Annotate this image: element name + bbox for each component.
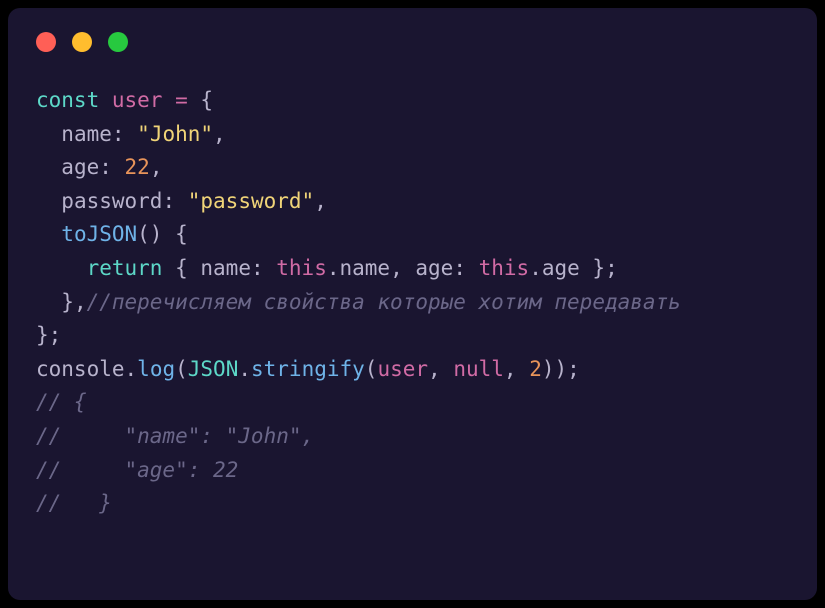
identifier-json: JSON xyxy=(188,357,239,381)
prop-age: age xyxy=(61,155,99,179)
code-line: toJSON() { xyxy=(36,222,188,246)
identifier-console: console xyxy=(36,357,125,381)
keyword-const: const xyxy=(36,88,99,112)
string-john: "John" xyxy=(137,122,213,146)
identifier-user: user xyxy=(112,88,163,112)
code-line: age: 22, xyxy=(36,155,162,179)
code-line: },//перечисляем свойства которые хотим п… xyxy=(36,290,681,314)
number-2: 2 xyxy=(529,357,542,381)
comment-russian: //перечисляем свойства которые хотим пер… xyxy=(87,290,681,314)
operator-eq: = xyxy=(162,88,200,112)
method-log: log xyxy=(137,357,175,381)
brace-open: { xyxy=(200,88,213,112)
prop-name: name xyxy=(61,122,112,146)
number-22: 22 xyxy=(125,155,150,179)
string-password: "password" xyxy=(188,189,314,213)
traffic-lights xyxy=(36,32,789,52)
code-line: const user = { xyxy=(36,88,213,112)
code-line: name: "John", xyxy=(36,122,226,146)
code-block: const user = { name: "John", age: 22, pa… xyxy=(36,84,789,521)
comment-output: // "name": "John", xyxy=(36,424,314,448)
method-stringify: stringify xyxy=(251,357,365,381)
keyword-return: return xyxy=(87,256,163,280)
keyword-this: this xyxy=(276,256,327,280)
code-line: return { name: this.name, age: this.age … xyxy=(36,256,618,280)
comment-output: // "age": 22 xyxy=(36,458,238,482)
method-tojson: toJSON xyxy=(61,222,137,246)
code-line: }; xyxy=(36,323,61,347)
prop-password: password xyxy=(61,189,162,213)
minimize-icon[interactable] xyxy=(72,32,92,52)
identifier-user: user xyxy=(377,357,428,381)
keyword-this: this xyxy=(479,256,530,280)
maximize-icon[interactable] xyxy=(108,32,128,52)
code-line: password: "password", xyxy=(36,189,327,213)
comment-output: // { xyxy=(36,390,87,414)
close-icon[interactable] xyxy=(36,32,56,52)
keyword-null: null xyxy=(453,357,504,381)
comment-output: // } xyxy=(36,491,112,515)
code-window: const user = { name: "John", age: 22, pa… xyxy=(8,8,817,600)
code-line: console.log(JSON.stringify(user, null, 2… xyxy=(36,357,580,381)
